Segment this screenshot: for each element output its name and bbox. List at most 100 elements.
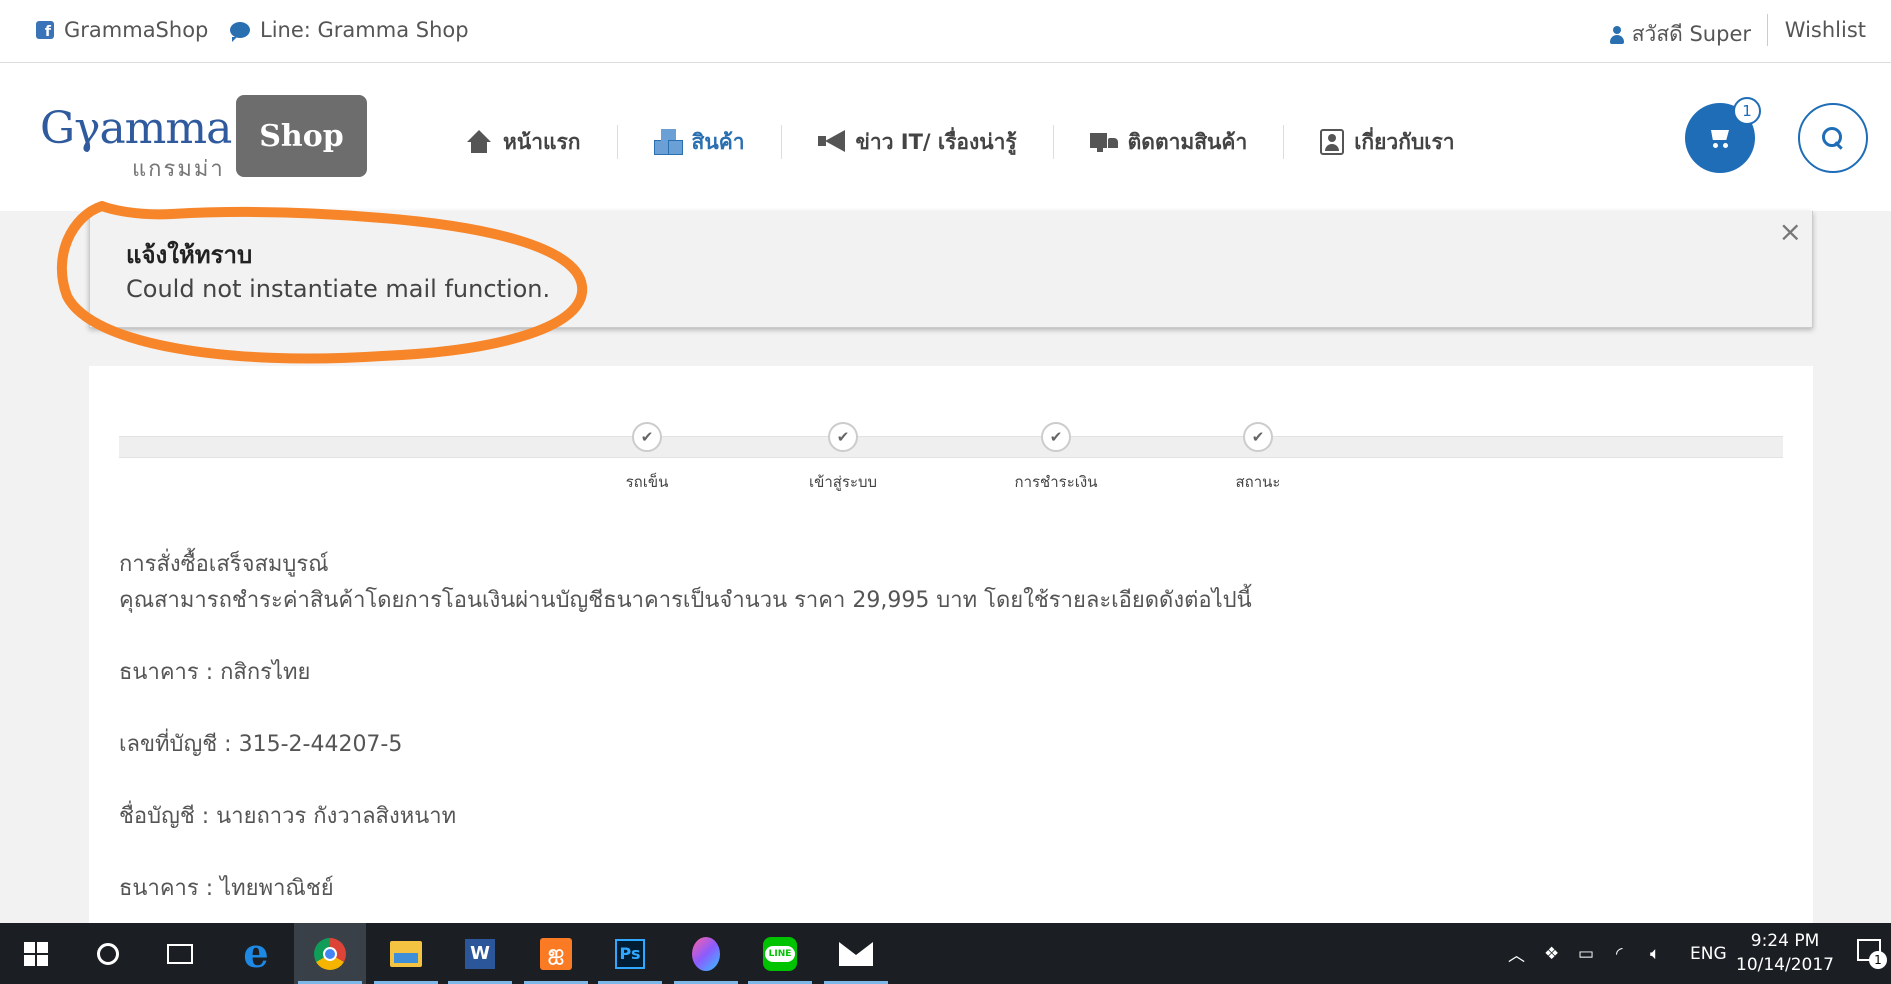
photoshop-icon: Ps [615, 938, 645, 969]
edge-browser-icon: e [243, 930, 269, 977]
battery-icon: ▭ [1578, 943, 1595, 964]
checkout-progress-bar [119, 436, 1783, 458]
logo-wordmark: Gγamma [40, 103, 232, 154]
step-label: รถเข็น [625, 473, 669, 491]
close-icon[interactable]: × [1779, 215, 1802, 248]
volume-tray[interactable]: 🔈︎ [1650, 923, 1660, 984]
orange-highlight-circle [57, 201, 588, 364]
nav-item-about[interactable]: เกี่ยวกับเรา [1284, 125, 1490, 159]
gramma-logo[interactable]: Gγamma แกรมม่า [40, 93, 232, 183]
check-icon: ✔ [1041, 422, 1071, 452]
line-link[interactable]: Line: Gramma Shop [230, 18, 469, 42]
task-view-button[interactable] [144, 923, 216, 984]
windows-taskbar: e W ஐ Ps LINE ︿ ❖ ▭ ◜ 🔈︎ ENG 9:24 PM 10/… [0, 923, 1891, 984]
taskbar-photoshop[interactable]: Ps [594, 923, 666, 984]
chat-bubble-icon [230, 22, 250, 42]
taskbar-word[interactable]: W [444, 923, 516, 984]
cortana-circle-icon [97, 942, 119, 965]
check-icon: ✔ [632, 422, 662, 452]
topbar-divider [1767, 14, 1768, 46]
contact-card-icon [1320, 129, 1345, 155]
show-hidden-icons-button[interactable]: ︿ [1508, 923, 1525, 984]
nav-label: สินค้า [691, 129, 745, 154]
nav-item-tracking[interactable]: ติดตามสินค้า [1054, 125, 1285, 159]
cart-icon [1708, 128, 1732, 148]
order-summary-card: ✔ รถเข็น ✔ เข้าสู่ระบบ ✔ การชำระเงิน ✔ ส… [89, 366, 1813, 926]
step-login: ✔ เข้าสู่ระบบ [773, 422, 913, 494]
nav-label: ติดตามสินค้า [1127, 129, 1248, 154]
dropbox-icon: ❖ [1544, 943, 1560, 964]
search-icon [1822, 127, 1844, 149]
home-icon [465, 130, 493, 154]
windows-logo-icon [24, 941, 48, 966]
check-icon: ✔ [828, 422, 858, 452]
megaphone-icon [817, 130, 846, 154]
speaker-icon: 🔈︎ [1650, 943, 1661, 964]
user-greeting: สวัสดี Super [1631, 22, 1751, 46]
user-greeting-link[interactable]: สวัสดี Super [1609, 18, 1751, 51]
shop-logo-badge[interactable]: Shop [236, 95, 367, 177]
mail-icon [839, 941, 873, 966]
account-name: ชื่อบัญชี : นายถาวร กังวาลสิงหนาท [119, 804, 457, 829]
line-label: Line: Gramma Shop [260, 18, 469, 42]
cart-count-badge: 1 [1733, 97, 1761, 125]
wishlist-link[interactable]: Wishlist [1785, 18, 1866, 42]
nav-item-news[interactable]: ข่าว IT/ เรื่องน่ารู้ [782, 125, 1054, 159]
taskbar-paint3d[interactable] [670, 923, 742, 984]
boxes-icon [653, 130, 683, 155]
step-cart: ✔ รถเข็น [577, 422, 717, 494]
balloon-app-icon [692, 936, 720, 971]
wifi-icon: ◜ [1616, 943, 1623, 964]
dropbox-tray[interactable]: ❖ [1544, 923, 1559, 984]
search-button[interactable] [1798, 103, 1868, 173]
account-number: เลขที่บัญชี : 315-2-44207-5 [119, 732, 403, 757]
main-nav: หน้าแรก สินค้า ข่าว IT/ เรื่องน่ารู้ ติด… [465, 125, 1491, 159]
step-status: ✔ สถานะ [1188, 422, 1328, 494]
clock-date: 10/14/2017 [1736, 955, 1834, 975]
battery-tray[interactable]: ▭ [1578, 923, 1594, 984]
taskbar-line[interactable]: LINE [744, 923, 816, 984]
logo-thai-text: แกรมม่า [132, 157, 225, 182]
folder-icon [390, 940, 422, 967]
bank-name-1: ธนาคาร : กสิกรไทย [119, 660, 311, 685]
nav-label: หน้าแรก [503, 129, 581, 154]
cart-button[interactable]: 1 [1685, 97, 1761, 173]
taskbar-edge[interactable]: e [220, 923, 292, 984]
facebook-icon: f [36, 21, 54, 39]
step-label: การชำระเงิน [1014, 473, 1098, 491]
taskbar-chrome[interactable] [294, 923, 366, 984]
facebook-link[interactable]: f GrammaShop [36, 18, 208, 42]
taskbar-xampp[interactable]: ஐ [520, 923, 592, 984]
task-view-icon [167, 943, 193, 964]
nav-label: เกี่ยวกับเรา [1354, 129, 1455, 154]
truck-icon [1089, 130, 1118, 154]
taskbar-mail[interactable] [820, 923, 892, 984]
wifi-tray[interactable]: ◜ [1616, 923, 1623, 984]
check-icon: ✔ [1243, 422, 1273, 452]
step-label: สถานะ [1235, 473, 1281, 491]
step-payment: ✔ การชำระเงิน [986, 422, 1126, 494]
user-icon [1609, 25, 1624, 44]
language-indicator[interactable]: ENG [1690, 923, 1727, 984]
facebook-label: GrammaShop [64, 18, 209, 42]
bank-name-2: ธนาคาร : ไทยพาณิชย์ [119, 876, 334, 901]
nav-item-products[interactable]: สินค้า [618, 125, 782, 159]
step-label: เข้าสู่ระบบ [808, 473, 878, 491]
word-icon: W [465, 938, 495, 969]
site-header: Gγamma แกรมม่า Shop หน้าแรก สินค้า ข่าว … [0, 63, 1891, 211]
chrome-icon [314, 937, 346, 970]
start-button[interactable] [0, 923, 72, 984]
cortana-button[interactable] [72, 923, 144, 984]
nav-item-home[interactable]: หน้าแรก [465, 125, 618, 159]
action-center-button[interactable]: 1 [1857, 939, 1887, 969]
taskbar-file-explorer[interactable] [370, 923, 442, 984]
nav-label: ข่าว IT/ เรื่องน่ารู้ [855, 129, 1017, 154]
order-complete-text: การสั่งซื้อเสร็จสมบูรณ์ [119, 552, 329, 577]
clock-time: 9:24 PM [1750, 931, 1820, 951]
line-app-icon: LINE [763, 936, 797, 971]
chevron-up-icon: ︿ [1508, 946, 1525, 966]
clock[interactable]: 9:24 PM 10/14/2017 [1730, 929, 1840, 977]
top-bar: f GrammaShop Line: Gramma Shop สวัสดี Su… [0, 0, 1891, 63]
notification-count: 1 [1869, 951, 1887, 969]
payment-instruction-text: คุณสามารถชำระค่าสินค้าโดยการโอนเงินผ่านบ… [119, 588, 1252, 613]
